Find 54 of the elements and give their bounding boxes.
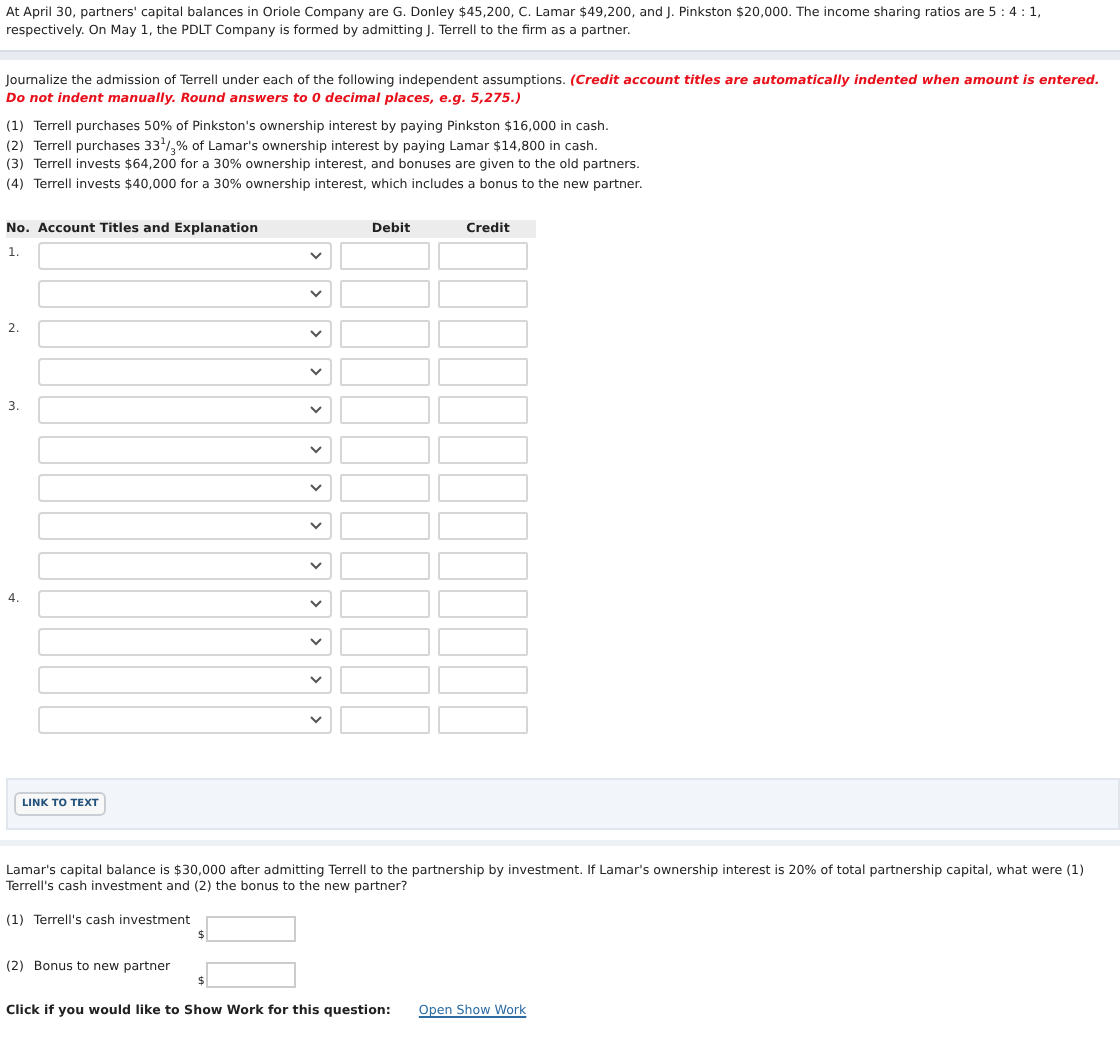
credit-field[interactable]	[438, 551, 528, 580]
credit-field[interactable]	[438, 628, 528, 657]
account-dropdown[interactable]	[38, 589, 332, 618]
account-dropdown[interactable]	[38, 705, 332, 734]
credit-field[interactable]	[438, 589, 528, 618]
chevron-down-icon	[310, 561, 322, 570]
credit-field[interactable]	[438, 435, 528, 464]
debit-field[interactable]	[340, 551, 430, 580]
account-dropdown[interactable]	[38, 666, 332, 695]
chevron-down-icon	[310, 290, 322, 299]
chevron-down-icon	[310, 406, 322, 415]
debit-field[interactable]	[340, 435, 430, 464]
credit-field[interactable]	[438, 358, 528, 387]
debit-field[interactable]	[340, 358, 430, 387]
debit-field[interactable]	[340, 242, 430, 271]
account-dropdown[interactable]	[38, 473, 332, 502]
debit-field[interactable]	[340, 628, 430, 657]
account-dropdown[interactable]	[38, 280, 332, 309]
credit-field[interactable]	[438, 512, 528, 541]
debit-field[interactable]	[340, 473, 430, 502]
account-dropdown[interactable]	[38, 319, 332, 348]
account-dropdown[interactable]	[38, 242, 332, 271]
account-dropdown[interactable]	[38, 396, 332, 425]
chevron-down-icon	[310, 676, 322, 685]
debit-field[interactable]	[340, 512, 430, 541]
debit-field[interactable]	[340, 589, 430, 618]
chevron-down-icon	[310, 599, 322, 608]
chevron-down-icon	[310, 483, 322, 492]
chevron-down-icon	[310, 522, 322, 531]
account-dropdown[interactable]	[38, 358, 332, 387]
answer-field[interactable]	[206, 916, 297, 943]
credit-field[interactable]	[438, 396, 528, 425]
chevron-down-icon	[310, 715, 322, 724]
credit-field[interactable]	[438, 319, 528, 348]
account-dropdown[interactable]	[38, 435, 332, 464]
chevron-down-icon	[310, 368, 322, 377]
debit-field[interactable]	[340, 705, 430, 734]
chevron-down-icon	[310, 638, 322, 647]
credit-field[interactable]	[438, 280, 528, 309]
account-dropdown[interactable]	[38, 628, 332, 657]
credit-field[interactable]	[438, 473, 528, 502]
account-dropdown[interactable]	[38, 512, 332, 541]
credit-field[interactable]	[438, 705, 528, 734]
answer-field[interactable]	[206, 962, 297, 989]
account-dropdown[interactable]	[38, 551, 332, 580]
debit-field[interactable]	[340, 319, 430, 348]
chevron-down-icon	[310, 252, 322, 261]
debit-field[interactable]	[340, 666, 430, 695]
chevron-down-icon	[310, 329, 322, 338]
debit-field[interactable]	[340, 396, 430, 425]
credit-field[interactable]	[438, 242, 528, 271]
debit-field[interactable]	[340, 280, 430, 309]
chevron-down-icon	[310, 445, 322, 454]
credit-field[interactable]	[438, 666, 528, 695]
